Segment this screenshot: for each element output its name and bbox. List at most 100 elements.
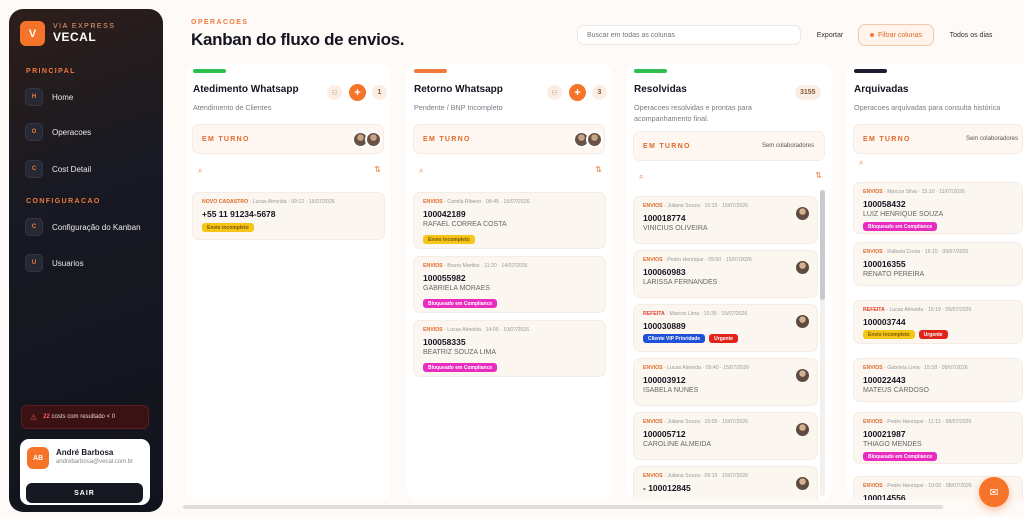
column-description: Operacoes resolvidas e prontas para acom… — [634, 103, 752, 123]
brand-name: VECAL — [53, 30, 97, 44]
filter-columns-button[interactable]: Filtrar colunas — [858, 24, 934, 46]
search-icon[interactable]: ⌕ — [419, 166, 423, 176]
sidebar-item-label: Operacoes — [52, 127, 92, 137]
chat-button[interactable]: ✉ — [979, 477, 1009, 507]
column-title: Resolvidas — [634, 84, 687, 95]
sidebar-item-label: Home — [52, 92, 74, 102]
card-client: RAFAEL CORREA COSTA — [423, 221, 507, 228]
kanban-card[interactable]: ENVIOS · Juliana Souza · 10:15 · 15/07/2… — [633, 196, 818, 244]
card-client: VINICIUS OLIVEIRA — [643, 225, 708, 232]
kanban-card[interactable]: ENVIOS · Marcos Silva · 15:10 · 11/07/20… — [853, 182, 1023, 234]
column-color-bar — [414, 69, 447, 73]
sidebar-item-config-kanban[interactable]: C Configuração do Kanban — [25, 218, 141, 236]
board-horizontal-scrollbar[interactable] — [183, 505, 943, 509]
usuarios-icon: U — [25, 254, 43, 272]
kanban-column-resolvidas: Resolvidas Operacoes resolvidas e pronta… — [627, 64, 832, 500]
assign-users-icon[interactable]: ⚇ — [547, 85, 562, 100]
column-scrollbar[interactable] — [820, 190, 825, 496]
search-icon[interactable]: ⌕ — [859, 158, 863, 168]
filter-icon[interactable]: ⇅ — [374, 165, 381, 174]
page-kicker: OPERACOES — [191, 19, 249, 26]
sidebar-item-operacoes[interactable]: O Operacoes — [25, 123, 91, 141]
app: V VIA EXPRESS VECAL PRINCIPAL H Home O O… — [0, 0, 1024, 517]
logout-button[interactable]: SAIR — [26, 483, 143, 503]
card-client: LUIZ HENRIQUE SOUZA — [863, 211, 944, 218]
export-button[interactable]: Exportar — [808, 24, 852, 46]
warning-icon: ⚠ — [30, 412, 38, 422]
kanban-card[interactable]: REFEITA · Lucas Almeida · 15:19 · 09/07/… — [853, 300, 1023, 344]
search-icon[interactable]: ⌕ — [198, 166, 202, 176]
shift-panel: EM TURNO Sem colaboradores — [633, 131, 825, 161]
shift-label: EM TURNO — [202, 136, 250, 143]
kanban-card[interactable]: ENVIOS · Gabriela Lima · 15:18 · 09/07/2… — [853, 358, 1023, 402]
shift-empty-label: Sem colaboradores — [761, 143, 814, 149]
column-count: 3155 — [795, 85, 821, 100]
negative-costs-alert[interactable]: ⚠ 22 costs com resultado < 0 — [21, 405, 149, 429]
status-badge: Envio incompleto — [202, 223, 254, 232]
kanban-card[interactable]: ENVIOS · Juliana Souza · 09:15 · 15/07/2… — [633, 466, 818, 500]
card-client: ISABELA NUNES — [643, 387, 699, 394]
user-name: André Barbosa — [56, 448, 114, 457]
avatar — [586, 131, 603, 148]
kanban-card[interactable]: NOVO CADASTRO · Lucas Almeida · 09:12 · … — [192, 192, 385, 240]
avatar — [796, 315, 809, 328]
search-icon[interactable]: ⌕ — [639, 172, 643, 182]
kanban-card[interactable]: ENVIOS · Bruno Martins · 11:20 · 14/07/2… — [413, 256, 606, 313]
search-input[interactable] — [577, 25, 801, 45]
kanban-card[interactable]: ENVIOS · Lucas Almeida · 14:05 · 10/07/2… — [413, 320, 606, 377]
card-id: 100060983 — [643, 267, 686, 277]
kanban-card[interactable]: ENVIOS · Juliana Souza · 10:05 · 15/07/2… — [633, 412, 818, 460]
avatar — [796, 261, 809, 274]
card-id: 100022443 — [863, 375, 906, 385]
filter-icon[interactable]: ⇅ — [815, 171, 822, 180]
sidebar-item-label: Configuração do Kanban — [52, 222, 141, 232]
shift-panel: EM TURNO — [413, 124, 605, 154]
all-days-button[interactable]: Todos os dias — [940, 24, 1002, 46]
column-title: Retorno Whatsapp — [414, 84, 503, 95]
cost-detail-icon: C — [25, 160, 43, 178]
avatar: AB — [27, 447, 49, 469]
section-principal: PRINCIPAL — [26, 68, 76, 75]
kanban-card[interactable]: ENVIOS · Pedro Henrique · 09:50 · 15/07/… — [633, 250, 818, 298]
status-badge: Bloqueado em Compliance — [863, 452, 938, 461]
kanban-card[interactable]: ENVIOS · Camila Ribeiro · 08:45 · 15/07/… — [413, 192, 606, 249]
sidebar-item-home[interactable]: H Home — [25, 88, 73, 106]
sidebar-item-cost-detail[interactable]: C Cost Detail — [25, 160, 91, 178]
assign-users-icon[interactable]: ⚇ — [327, 85, 342, 100]
alert-text: costs com resultado < 0 — [51, 414, 116, 420]
add-card-button[interactable]: + — [569, 84, 586, 101]
status-badge: Bloqueado em Compliance — [423, 299, 498, 308]
card-id: 100005712 — [643, 429, 686, 439]
brand: V VIA EXPRESS VECAL — [20, 21, 115, 46]
sidebar-item-label: Usuarios — [52, 258, 84, 268]
status-badge: Bloqueado em Compliance — [423, 363, 498, 372]
card-id: 100042189 — [423, 209, 466, 219]
kanban-card[interactable]: ENVIOS · Rafaela Costa · 16:15 · 09/07/2… — [853, 242, 1023, 286]
filter-icon[interactable]: ⇅ — [595, 165, 602, 174]
priority-badge: Cliente VIP Prioridade — [643, 334, 706, 343]
user-email: andrebarbosa@vecal.com.br — [56, 459, 134, 465]
sidebar-item-usuarios[interactable]: U Usuarios — [25, 254, 84, 272]
card-id: 100030889 — [643, 321, 686, 331]
brand-logo: V — [20, 21, 45, 46]
column-title: Arquivadas — [854, 84, 909, 95]
kanban-card[interactable]: ENVIOS · Lucas Almeida · 09:40 · 15/07/2… — [633, 358, 818, 406]
config-kanban-icon: C — [25, 218, 43, 236]
column-description: Operacoes arquivadas para consulta histó… — [854, 103, 1001, 112]
add-card-button[interactable]: + — [349, 84, 366, 101]
user-card: AB André Barbosa andrebarbosa@vecal.com.… — [20, 439, 150, 505]
shift-panel: EM TURNO — [192, 124, 384, 154]
filter-dot-icon — [870, 33, 875, 37]
kanban-card[interactable]: ENVIOS · Pedro Henrique · 11:12 · 08/07/… — [853, 412, 1023, 464]
card-id: 100018774 — [643, 213, 686, 223]
column-count: 3 — [592, 85, 607, 100]
scrollbar-thumb[interactable] — [820, 190, 825, 300]
card-id: 100021987 — [863, 429, 906, 439]
card-id: 100003912 — [643, 375, 686, 385]
column-color-bar — [854, 69, 887, 73]
sidebar: V VIA EXPRESS VECAL PRINCIPAL H Home O O… — [9, 9, 163, 512]
urgent-badge: Urgente — [918, 330, 948, 339]
avatar — [796, 423, 809, 436]
brand-subtitle: VIA EXPRESS — [53, 23, 116, 30]
kanban-card[interactable]: REFEITA · Marcos Lima · 10:35 · 15/07/20… — [633, 304, 818, 352]
